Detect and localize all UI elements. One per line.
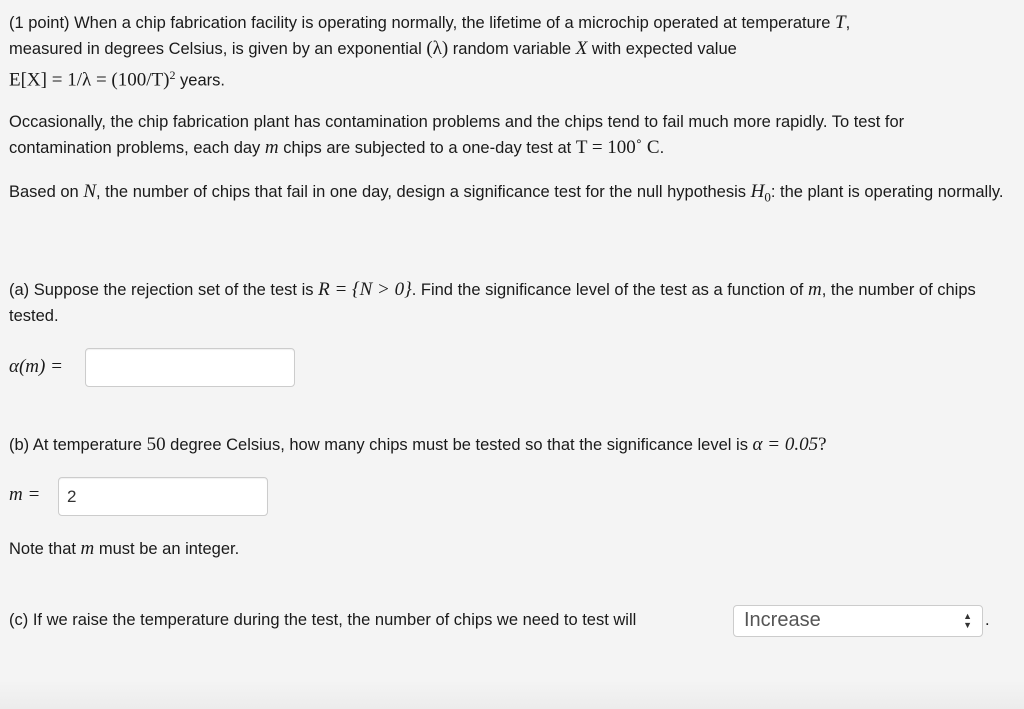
selected-option: Increase <box>744 609 821 631</box>
text: chips are subjected to a one-day test at <box>278 139 576 157</box>
contamination-paragraph: Occasionally, the chip fabrication plant… <box>9 109 1009 161</box>
alpha-answer-input[interactable] <box>85 348 295 387</box>
math-m: m <box>807 279 822 300</box>
text: (1 point) When a chip fabrication facili… <box>9 14 836 32</box>
text: years. <box>175 71 225 90</box>
select-updown-icon: ▲ ▼ <box>963 611 972 630</box>
text: Based on <box>9 183 84 201</box>
text: : the plant is operating normally. <box>770 183 1004 201</box>
math-H0: H <box>750 181 765 202</box>
text: measured in degrees Celsius, is given by… <box>9 40 427 58</box>
text: must be an integer. <box>94 540 240 558</box>
text: with expected value <box>587 40 737 58</box>
expected-value-formula: E[X] = 1/λ = (100/T) <box>9 69 170 91</box>
text: random variable <box>448 40 576 58</box>
text: , the number of chips that fail in one d… <box>96 183 751 201</box>
math-N: N <box>83 181 96 202</box>
math-X: X <box>575 38 588 59</box>
text: (b) At temperature <box>9 436 147 454</box>
hypothesis-paragraph: Based on N, the number of chips that fai… <box>9 179 1009 210</box>
change-select[interactable]: Increase ▲ ▼ <box>733 605 983 637</box>
text: ? <box>818 434 827 455</box>
math-rejection-set: R = {N > 0} <box>318 279 412 300</box>
math-temperature: 50 <box>146 434 166 455</box>
math-alpha: α = 0.05 <box>752 434 819 455</box>
text: , <box>845 14 851 32</box>
part-b-question: (b) At temperature 50 degree Celsius, ho… <box>9 432 1009 458</box>
text: (c) If we raise the temperature during t… <box>9 611 637 629</box>
bottom-fade <box>0 680 1024 709</box>
math-lambda: (λ) <box>426 38 449 59</box>
period: . <box>985 611 990 629</box>
text: Note that <box>9 540 81 558</box>
part-a-question: (a) Suppose the rejection set of the tes… <box>9 277 1009 329</box>
intro-paragraph: (1 point) When a chip fabrication facili… <box>9 10 1009 94</box>
text: . <box>659 139 665 157</box>
math-m: m <box>264 137 279 158</box>
math-m: m <box>80 538 95 559</box>
text: (a) Suppose the rejection set of the tes… <box>9 281 319 299</box>
math-temperature: T = 100˚ C <box>575 137 660 158</box>
text: . Find the significance level of the tes… <box>411 281 808 299</box>
m-answer-input[interactable] <box>58 477 268 516</box>
text: degree Celsius, how many chips must be t… <box>165 436 753 454</box>
integer-note: Note that m must be an integer. <box>9 536 1009 562</box>
math-T: T <box>835 12 846 33</box>
